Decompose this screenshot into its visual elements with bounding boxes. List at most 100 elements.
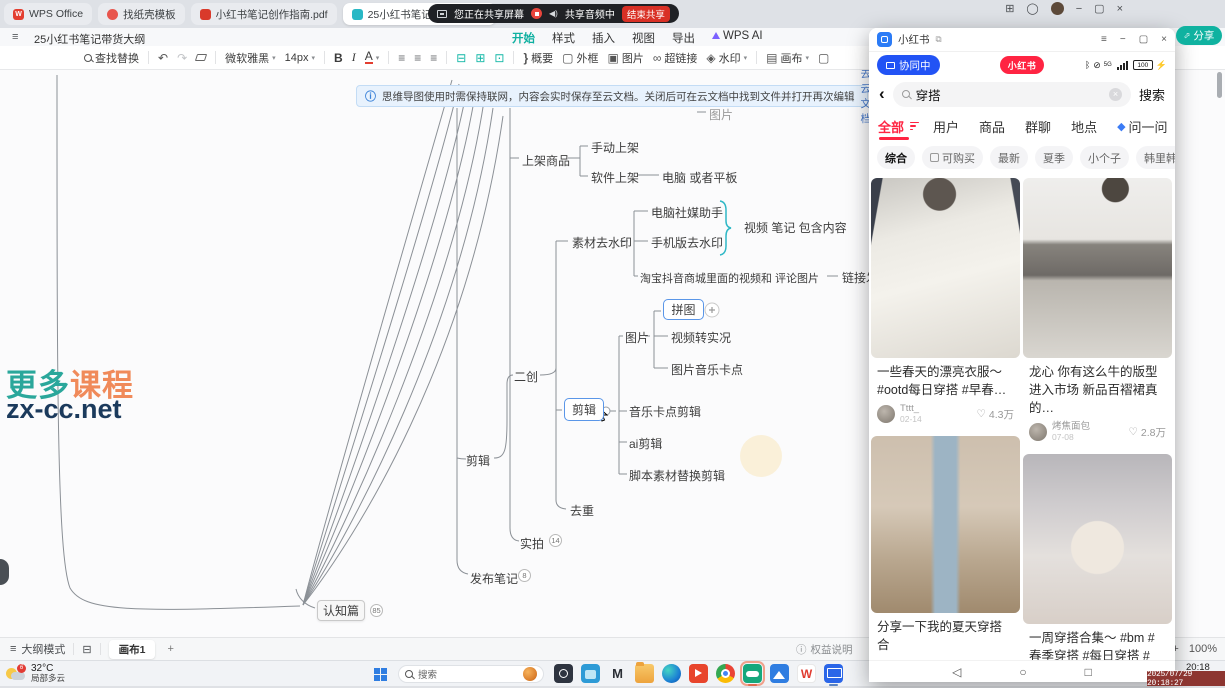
tab-wps-office[interactable]: W WPS Office bbox=[4, 3, 92, 25]
mindmap-node[interactable]: 去重 bbox=[570, 502, 594, 519]
maximize-button[interactable]: ▢ bbox=[1094, 2, 1104, 15]
note-card[interactable]: 一周穿搭合集～ #bm #春季穿搭 #每日穿搭 #日… bbox=[1023, 454, 1172, 660]
chip-comprehensive[interactable]: 综合 bbox=[877, 146, 915, 169]
more-tool-icon[interactable]: ▢ bbox=[818, 51, 829, 65]
mindmap-node[interactable]: 电脑 或者平板 bbox=[662, 169, 737, 186]
likes[interactable]: ♡4.3万 bbox=[976, 407, 1014, 422]
mindmap-node[interactable]: 视频转实况 bbox=[671, 329, 731, 346]
chip-buyable[interactable]: 可购买 bbox=[922, 146, 983, 169]
profile-avatar[interactable] bbox=[1051, 2, 1064, 15]
font-color-button[interactable]: A▾ bbox=[365, 51, 380, 64]
mindmap-node[interactable]: 淘宝抖音商城里面的视频和 评论图片 bbox=[640, 270, 819, 286]
app-icon-m[interactable]: M bbox=[608, 664, 627, 683]
chrome-icon[interactable] bbox=[716, 664, 735, 683]
phone-window-titlebar[interactable]: 小红书 ⧉ ≡ − ▢ × bbox=[869, 28, 1175, 52]
font-family-select[interactable]: 微软雅黑▾ bbox=[225, 50, 276, 66]
menu-export[interactable]: 导出 bbox=[672, 30, 695, 46]
search-input[interactable]: 穿搭 × bbox=[893, 82, 1131, 107]
mindmap-node[interactable]: 脚本素材替换剪辑 bbox=[629, 467, 725, 484]
note-card[interactable]: 一些春天的漂亮衣服～ #ootd每日穿搭 #早春… Tttt_02-14 ♡4.… bbox=[871, 178, 1020, 430]
canvas-scrollbar[interactable] bbox=[1217, 72, 1222, 98]
align-left-button[interactable]: ≡ bbox=[398, 51, 405, 65]
share-button[interactable]: ⬀ 分享 bbox=[1176, 26, 1222, 45]
mindmap-node[interactable]: 手机版去水印 bbox=[651, 234, 723, 251]
end-share-button[interactable]: 结束共享 bbox=[622, 6, 670, 22]
mindmap-node[interactable]: 视频 笔记 包含内容 bbox=[744, 219, 847, 236]
tab-users[interactable]: 用户 bbox=[933, 117, 959, 136]
font-size-select[interactable]: 14px▾ bbox=[285, 52, 315, 64]
main-menu-icon[interactable]: ≡ bbox=[12, 31, 18, 43]
phone-maximize-button[interactable]: ▢ bbox=[1139, 34, 1148, 45]
mindmap-node-selected[interactable]: 剪辑 bbox=[564, 398, 604, 421]
weather-widget[interactable]: 6 32°C局部多云 bbox=[6, 663, 65, 683]
windows-start-button[interactable] bbox=[374, 668, 387, 681]
media-app-icon[interactable] bbox=[689, 664, 708, 683]
menu-style[interactable]: 样式 bbox=[552, 30, 575, 46]
mindmap-node-selected[interactable]: 拼图 bbox=[663, 299, 704, 320]
canvas-tab-1[interactable]: 画布1 bbox=[109, 640, 156, 659]
edge-browser-icon[interactable] bbox=[662, 664, 681, 683]
mindmap-node[interactable]: 图片 bbox=[625, 329, 649, 346]
tab-goods[interactable]: 商品 bbox=[979, 117, 1005, 136]
avatar[interactable] bbox=[1029, 423, 1047, 441]
mindmap-node[interactable]: 素材去水印 bbox=[572, 234, 632, 251]
format-eraser-button[interactable] bbox=[195, 54, 207, 61]
menu-insert[interactable]: 插入 bbox=[592, 30, 615, 46]
tab-ask[interactable]: 问一问 bbox=[1129, 117, 1168, 136]
add-canvas-button[interactable]: + bbox=[167, 643, 173, 655]
watermark-button[interactable]: ◈水印▾ bbox=[706, 50, 747, 66]
tab-docer-template[interactable]: 找纸壳模板 bbox=[98, 3, 185, 25]
stop-share-button[interactable] bbox=[531, 8, 542, 19]
mindmap-node[interactable]: 发布笔记 bbox=[470, 570, 518, 587]
phone-mirror-icon-active[interactable] bbox=[824, 664, 843, 683]
note-card[interactable]: 分享一下我的夏天穿搭合 bbox=[871, 436, 1020, 656]
back-icon[interactable]: ‹ bbox=[879, 84, 885, 104]
chip-summer[interactable]: 夏季 bbox=[1035, 146, 1073, 169]
mindmap-node[interactable]: 实拍 bbox=[520, 535, 544, 552]
menu-wps-ai[interactable]: WPS AI bbox=[712, 30, 763, 46]
insert-image-button[interactable]: ▣图片 bbox=[607, 50, 643, 66]
nav-home-button[interactable]: ○ bbox=[1019, 665, 1026, 679]
filter-icon[interactable] bbox=[910, 122, 919, 131]
nav-recents-button[interactable]: □ bbox=[1085, 665, 1092, 679]
mindmap-node[interactable]: 音乐卡点剪辑 bbox=[629, 403, 701, 420]
insert-topic-button[interactable]: ⊟ bbox=[456, 51, 466, 65]
outer-frame-button[interactable]: ▢外框 bbox=[562, 50, 598, 66]
taskbar-search[interactable]: 搜索 bbox=[398, 665, 544, 683]
canvas-button[interactable]: ▤画布▾ bbox=[766, 50, 809, 66]
rights-info[interactable]: ⓘ权益说明 bbox=[796, 642, 853, 657]
file-explorer-icon[interactable] bbox=[635, 664, 654, 683]
close-button[interactable]: × bbox=[1117, 3, 1123, 15]
chip-petite[interactable]: 小个子 bbox=[1080, 146, 1129, 169]
nav-back-button[interactable]: ◁ bbox=[952, 665, 961, 679]
likes[interactable]: ♡2.8万 bbox=[1128, 425, 1166, 440]
undo-button[interactable]: ↶ bbox=[158, 51, 168, 65]
tab-places[interactable]: 地点 bbox=[1071, 117, 1097, 136]
menu-home[interactable]: 开始 bbox=[512, 30, 535, 46]
mindmap-node[interactable]: ai剪辑 bbox=[629, 435, 662, 452]
phone-close-button[interactable]: × bbox=[1161, 34, 1167, 45]
mindmap-node[interactable]: 图片 bbox=[709, 106, 733, 123]
phone-menu-icon[interactable]: ≡ bbox=[1101, 34, 1107, 45]
align-right-button[interactable]: ≡ bbox=[430, 51, 437, 65]
photos-app-icon[interactable] bbox=[770, 664, 789, 683]
mindmap-node[interactable]: 上架商品 bbox=[522, 152, 570, 169]
mindmap-node[interactable]: 二创 bbox=[514, 368, 538, 385]
wps-office-icon[interactable]: W bbox=[797, 664, 816, 683]
tab-pdf-guide[interactable]: 小红书笔记创作指南.pdf bbox=[191, 3, 337, 25]
outline-mode-button[interactable]: 大纲模式 bbox=[21, 641, 65, 657]
mindmap-node[interactable]: 软件上架 bbox=[591, 169, 639, 186]
tab-groups[interactable]: 群聊 bbox=[1025, 117, 1051, 136]
extensions-icon[interactable]: ◯ bbox=[1026, 2, 1038, 15]
redo-button[interactable]: ↷ bbox=[177, 51, 187, 65]
mindmap-node[interactable]: 电脑社媒助手 bbox=[651, 204, 723, 221]
search-submit-button[interactable]: 搜索 bbox=[1139, 85, 1165, 104]
tab-all[interactable]: 全部 bbox=[878, 117, 904, 136]
tab-grid-icon[interactable]: ⊞ bbox=[1005, 2, 1014, 15]
note-card[interactable]: 龙心 你有这么牛的版型进入市场 新品百褶裙真的… 烤焦面包07-08 ♡2.8万 bbox=[1023, 178, 1172, 448]
app-icon-dark[interactable] bbox=[554, 664, 573, 683]
bold-button[interactable]: B bbox=[334, 51, 343, 65]
find-replace-button[interactable]: 查找替换 bbox=[84, 50, 139, 66]
insert-parent-topic-button[interactable]: ⊡ bbox=[494, 51, 504, 65]
phone-minimize-button[interactable]: − bbox=[1120, 34, 1126, 45]
